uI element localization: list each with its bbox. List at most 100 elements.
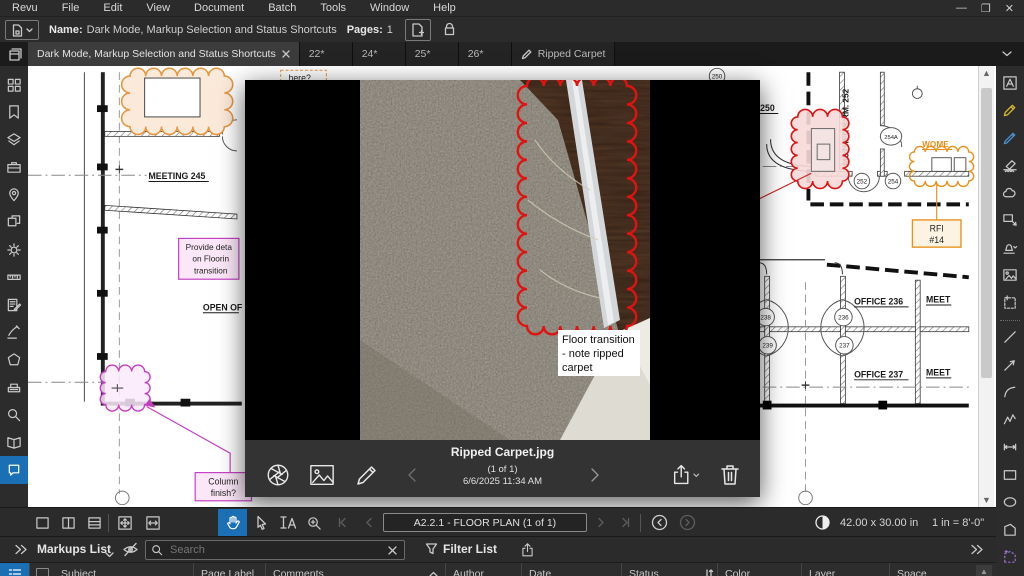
links-icon[interactable] [0,209,28,237]
close-button[interactable]: ✕ [1005,2,1014,15]
menu-help[interactable]: Help [421,2,468,14]
arrow-tool-icon[interactable] [996,351,1024,379]
column-space[interactable]: Space [890,563,980,576]
column-layer[interactable]: Layer [802,563,890,576]
pan-tool-button[interactable] [218,509,247,536]
column-date[interactable]: Date [522,563,622,576]
last-page-icon[interactable] [616,510,634,535]
profile-dropdown[interactable] [5,20,39,40]
split-horizontal-icon[interactable] [84,510,104,535]
new-page-button[interactable] [405,19,431,41]
page-select-dropdown[interactable]: A2.2.1 - FLOOR PLAN (1 of 1) [383,513,587,532]
select-all-checkbox[interactable] [30,563,54,576]
collapse-panel-icon[interactable] [970,544,984,558]
bookmarks-icon[interactable] [0,99,28,127]
status-sort-icon[interactable] [700,563,718,576]
menu-file[interactable]: File [50,2,92,14]
column-subject[interactable]: Subject [54,563,194,576]
delete-button[interactable] [715,460,745,490]
close-tab-icon[interactable] [282,50,290,58]
menu-tools[interactable]: Tools [308,2,358,14]
pen-tool-icon[interactable] [996,124,1024,152]
measurements-icon[interactable] [0,264,28,292]
minimize-button[interactable]: — [956,2,967,15]
maximize-button[interactable]: ❐ [981,2,991,15]
menu-batch[interactable]: Batch [256,2,308,14]
studio-icon[interactable] [0,456,28,484]
sets-icon[interactable] [0,429,28,457]
column-status[interactable]: Status [622,563,700,576]
markups-search-box[interactable] [145,540,405,560]
markup-rfi-callout[interactable]: WOME RFI #14 [910,140,974,247]
markups-list-title[interactable]: Markups List [37,542,111,556]
cloud-tool-icon[interactable] [996,179,1024,207]
text-box-tool-icon[interactable] [996,69,1024,97]
callout-tool-icon[interactable] [996,207,1024,235]
search-icon[interactable] [0,401,28,429]
clear-search-icon[interactable] [388,546,397,555]
tab-overflow-button[interactable] [1002,48,1012,60]
snapshot-tool-icon[interactable] [996,289,1024,317]
tab-ripped-carpet[interactable]: Ripped Carpet [512,42,616,66]
filter-icon[interactable] [425,542,438,558]
scale-value[interactable]: 1 in = 8'-0" [932,510,984,535]
lock-button[interactable] [443,22,456,39]
stamps-icon[interactable] [0,374,28,402]
polyline-tool-icon[interactable] [996,406,1024,434]
security-icon[interactable] [0,346,28,374]
toolchest-icon[interactable] [0,154,28,182]
stamp-tool-icon[interactable] [996,234,1024,262]
markups-list-icon[interactable] [0,291,28,319]
arc-tool-icon[interactable] [996,379,1024,407]
line-tool-icon[interactable] [996,324,1024,352]
column-comments[interactable]: Comments [266,563,422,576]
eraser-tool-icon[interactable] [996,152,1024,180]
camera-button[interactable] [263,460,293,490]
share-button[interactable] [670,460,700,490]
menu-edit[interactable]: Edit [91,2,134,14]
expand-panel-icon[interactable] [14,544,28,558]
image-export-button[interactable] [307,460,337,490]
markups-list-mode-icon[interactable] [0,563,30,576]
hide-markups-icon[interactable] [122,542,139,560]
markup-flooring-callout[interactable]: Provide deta on Floorin transition [179,238,239,279]
tab-25[interactable]: 25* [406,42,459,66]
dimension-tool-icon[interactable] [996,434,1024,462]
menu-document[interactable]: Document [182,2,256,14]
share-caret-icon[interactable] [693,473,700,478]
highlighter-tool-icon[interactable] [996,97,1024,125]
column-page-label[interactable]: Page Label [194,563,266,576]
next-page-icon[interactable] [592,510,610,535]
measure-snapshot-tool-icon[interactable] [996,571,1024,576]
zoom-tool-icon[interactable] [303,510,325,535]
previous-view-button[interactable] [648,510,670,535]
canvas-vscrollbar[interactable]: ▲ ▼ [978,66,994,507]
scrollbar-thumb[interactable] [981,88,992,378]
ellipse-tool-icon[interactable] [996,489,1024,517]
edit-button[interactable] [352,460,382,490]
measure-area-tool-icon[interactable] [996,544,1024,572]
dark-mode-toggle-icon[interactable] [812,510,832,535]
next-view-button[interactable] [676,510,698,535]
menu-revu[interactable]: Revu [0,2,50,14]
thumbnails-icon[interactable] [0,71,28,99]
file-tabs-icon[interactable] [0,42,28,66]
tab-24[interactable]: 24* [353,42,406,66]
table-scroll-up-icon[interactable]: ▲ [976,565,992,576]
split-vertical-icon[interactable] [58,510,78,535]
scroll-up-icon[interactable]: ▲ [979,66,994,80]
markup-cloud-orange[interactable] [122,68,233,134]
select-text-icon[interactable] [276,510,300,535]
first-page-icon[interactable] [333,510,351,535]
next-image-button[interactable] [580,460,610,490]
properties-icon[interactable] [0,236,28,264]
sort-ascending-icon[interactable] [422,563,446,576]
menu-window[interactable]: Window [358,2,421,14]
layers-icon[interactable] [0,126,28,154]
fit-page-icon[interactable] [114,510,136,535]
column-color[interactable]: Color [718,563,802,576]
tab-26[interactable]: 26* [459,42,512,66]
image-tool-icon[interactable] [996,262,1024,290]
tab-active-document[interactable]: Dark Mode, Markup Selection and Status S… [28,42,300,66]
select-tool-icon[interactable] [250,510,272,535]
